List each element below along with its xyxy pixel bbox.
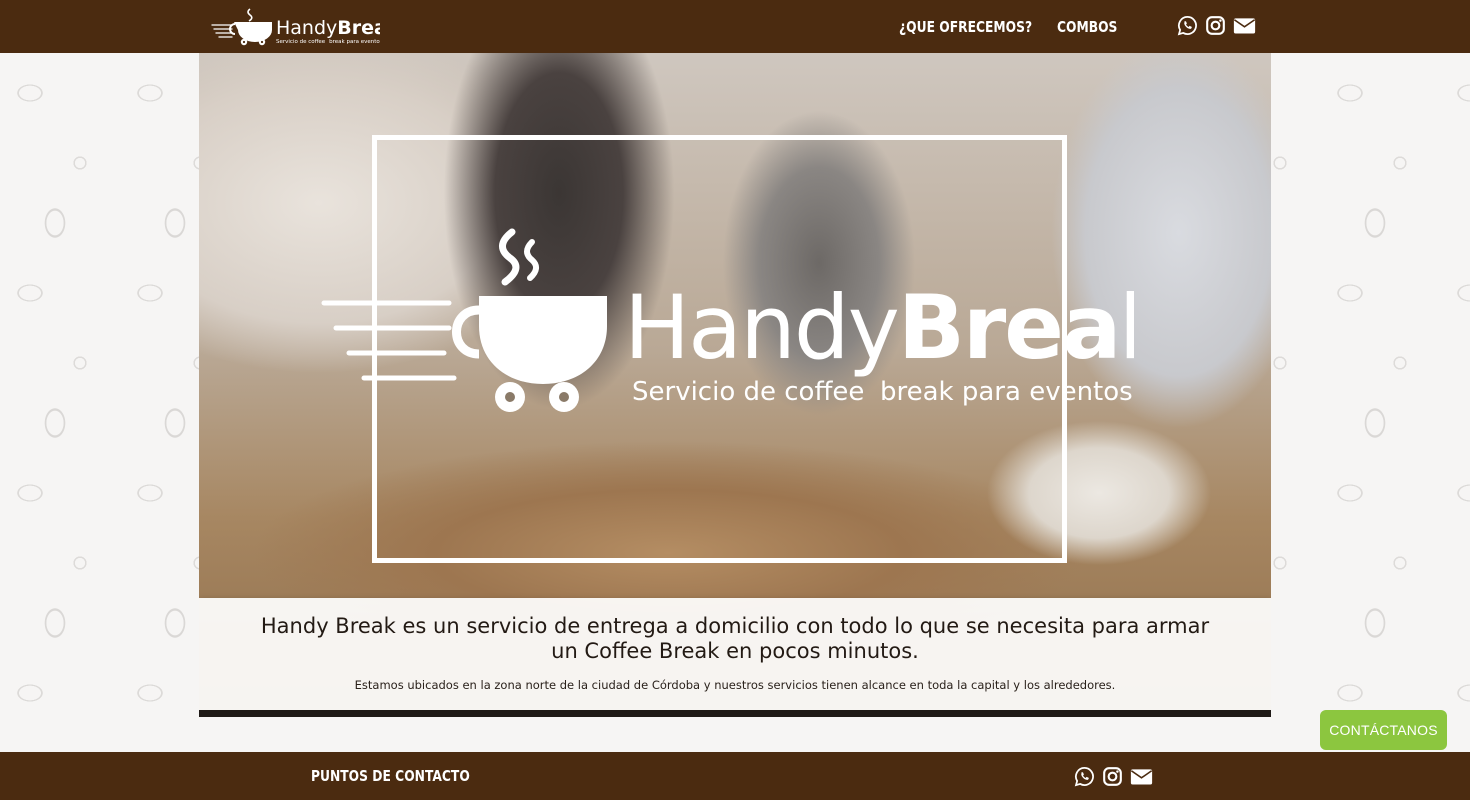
brand-name: HandyBreak bbox=[276, 17, 380, 39]
contact-button[interactable]: CONTÁCTANOS bbox=[1320, 710, 1447, 750]
hero-tagline-right: break para eventos bbox=[880, 377, 1133, 407]
instagram-icon[interactable] bbox=[1102, 766, 1123, 787]
hero-main-text: Handy Break es un servicio de entrega a … bbox=[260, 614, 1210, 663]
hero-logo: HandyBreak Servicio de coffee break para… bbox=[321, 228, 1134, 412]
nav-item-combos[interactable]: COMBOS bbox=[1057, 18, 1117, 36]
brand-tagline: Servicio de coffee break para eventos bbox=[276, 39, 380, 45]
whatsapp-icon[interactable] bbox=[1074, 766, 1095, 787]
whatsapp-icon[interactable] bbox=[1177, 15, 1198, 36]
hero-tagline-left: Servicio de coffee bbox=[632, 377, 864, 407]
hero-bottom-strip bbox=[199, 710, 1271, 717]
nav-item-que-ofrecemos[interactable]: ¿QUE OFRECEMOS? bbox=[899, 18, 1032, 36]
header-social-links bbox=[1177, 15, 1256, 36]
brand-logo: HandyBreak Servicio de coffeebreak para … bbox=[211, 8, 400, 46]
instagram-icon[interactable] bbox=[1205, 15, 1226, 36]
mail-icon[interactable] bbox=[1233, 15, 1256, 36]
main-nav: ¿QUE OFRECEMOS? COMBOS bbox=[899, 0, 1131, 53]
top-navbar: HandyBreak Servicio de coffeebreak para … bbox=[0, 0, 1470, 53]
footer-social-links bbox=[1074, 766, 1153, 787]
hero-sub-text: Estamos ubicados en la zona norte de la … bbox=[354, 678, 1116, 692]
mail-icon[interactable] bbox=[1130, 766, 1153, 787]
hero-description-box: Handy Break es un servicio de entrega a … bbox=[199, 598, 1271, 710]
hero-banner: HandyBreak Servicio de coffee break para… bbox=[199, 53, 1271, 717]
footer-title: Puntos de contacto bbox=[311, 767, 470, 785]
brand-logo-link[interactable]: HandyBreak Servicio de coffeebreak para … bbox=[210, 6, 400, 48]
hero-brand-name: HandyBreak bbox=[624, 276, 1134, 379]
footer-bar: Puntos de contacto bbox=[0, 752, 1470, 800]
